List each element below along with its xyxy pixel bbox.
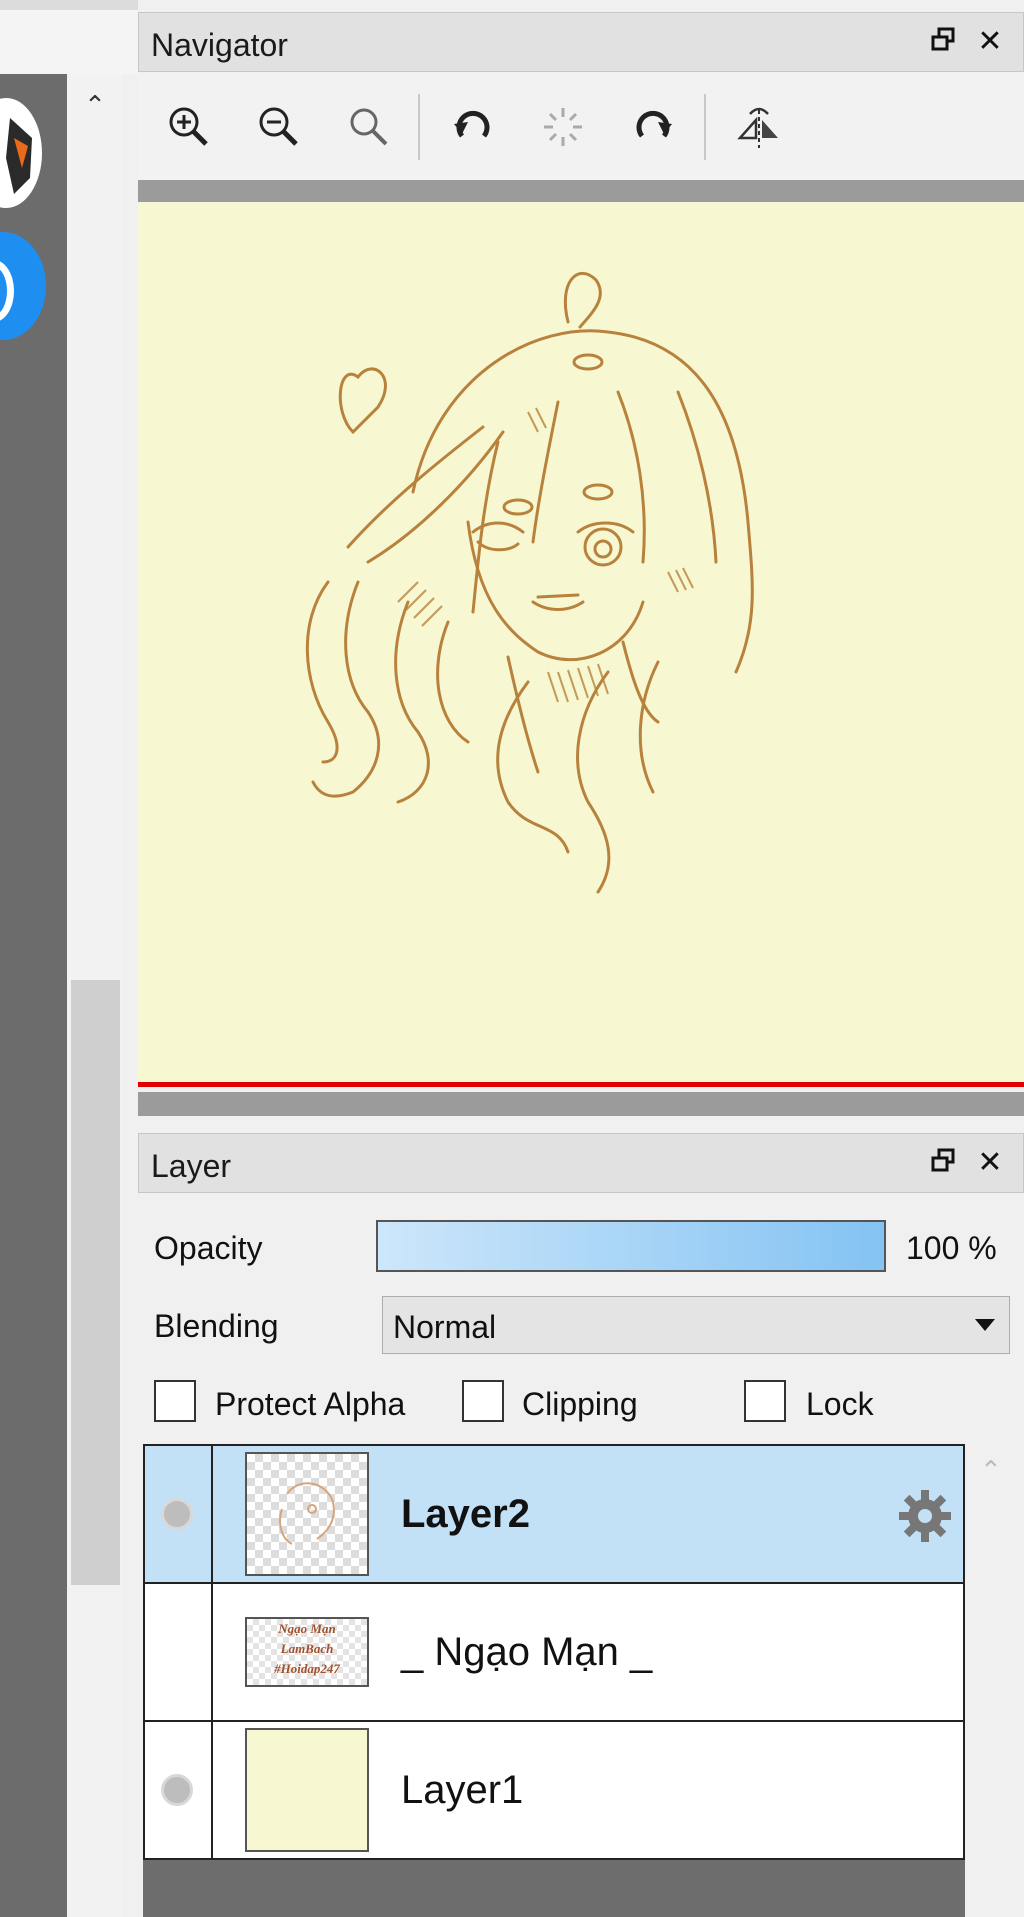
zoom-reset-icon[interactable] (344, 102, 394, 152)
protect-alpha-checkbox[interactable] (154, 1380, 196, 1422)
layer-list-scrollbar[interactable] (965, 1444, 1024, 1917)
clipping-label: Clipping (522, 1386, 638, 1422)
rotate-right-icon[interactable] (628, 102, 678, 152)
rotate-left-icon[interactable] (448, 102, 498, 152)
layer-row-layer1[interactable]: Layer1 (143, 1720, 965, 1860)
gear-icon[interactable] (895, 1486, 955, 1551)
layer-row-ngao-man[interactable]: Ngạo Mạn LamBach #Hoidap247 _ Ngạo Mạn _ (143, 1582, 965, 1722)
lock-checkbox[interactable] (744, 1380, 786, 1422)
watermark-line: #Hoidap247 (274, 1661, 340, 1676)
layer-thumbnail: Ngạo Mạn LamBach #Hoidap247 (245, 1617, 369, 1687)
layer-thumbnail (245, 1728, 369, 1852)
sketch-drawing (305, 272, 754, 894)
navigator-toolbar (138, 72, 1024, 180)
navigator-frame-bottom (138, 1092, 1024, 1116)
scroll-up-arrow-icon[interactable]: ⌃ (80, 90, 110, 120)
watermark-line: LamBach (280, 1641, 334, 1656)
visibility-toggle[interactable] (145, 1446, 213, 1582)
opacity-label: Opacity (154, 1230, 263, 1266)
flip-horizontal-icon[interactable] (734, 102, 784, 152)
navigator-view-frame (138, 1082, 1024, 1087)
zoom-out-icon[interactable] (254, 102, 304, 152)
opacity-slider[interactable] (376, 1220, 886, 1272)
visibility-toggle[interactable] (145, 1722, 213, 1858)
visibility-dot-icon[interactable] (161, 1498, 193, 1530)
close-icon[interactable]: ✕ (975, 27, 1005, 57)
visibility-dot-icon[interactable] (161, 1774, 193, 1806)
opacity-value: 100 % (906, 1230, 997, 1266)
navigator-frame-top (138, 180, 1024, 202)
chevron-down-icon (975, 1319, 995, 1331)
clipping-checkbox[interactable] (462, 1380, 504, 1422)
zoom-in-icon[interactable] (164, 102, 214, 152)
navigator-preview[interactable] (138, 202, 1024, 1082)
float-window-icon[interactable] (929, 1148, 959, 1178)
scrollbar-thumb[interactable] (71, 980, 120, 1585)
layer-row-layer2[interactable]: Layer2 (143, 1444, 965, 1584)
blending-dropdown[interactable]: Normal (382, 1296, 1010, 1354)
left-panel-top (0, 0, 138, 10)
float-window-icon[interactable] (929, 27, 959, 57)
left-panel-header (0, 10, 138, 74)
layer-name: Layer1 (401, 1768, 524, 1812)
scroll-up-arrow-icon[interactable]: ⌃ (980, 1455, 1002, 1486)
navigator-title: Navigator (151, 27, 288, 63)
protect-alpha-label: Protect Alpha (215, 1386, 406, 1422)
blending-value: Normal (393, 1309, 497, 1345)
toolbar-separator (704, 94, 706, 160)
layer-list: Layer2 Ngạo Mạn LamBach #Hoidap247 _ Ngạ… (143, 1444, 965, 1917)
watermark-line: Ngạo Mạn (278, 1621, 336, 1636)
layer-name: _ Ngạo Mạn _ (401, 1630, 653, 1674)
layer-name: Layer2 (401, 1492, 530, 1536)
layer-header: Layer ✕ (138, 1133, 1024, 1193)
toolbar-separator (418, 94, 420, 160)
left-panel-background (0, 74, 67, 1917)
visibility-toggle[interactable] (145, 1584, 213, 1720)
blending-label: Blending (154, 1308, 279, 1344)
layer-panel-title: Layer (151, 1148, 232, 1184)
close-icon[interactable]: ✕ (975, 1148, 1005, 1178)
navigator-header: Navigator ✕ (138, 12, 1024, 72)
lock-label: Lock (806, 1386, 874, 1422)
layer-thumbnail (245, 1452, 369, 1576)
rotate-reset-icon[interactable] (538, 102, 588, 152)
